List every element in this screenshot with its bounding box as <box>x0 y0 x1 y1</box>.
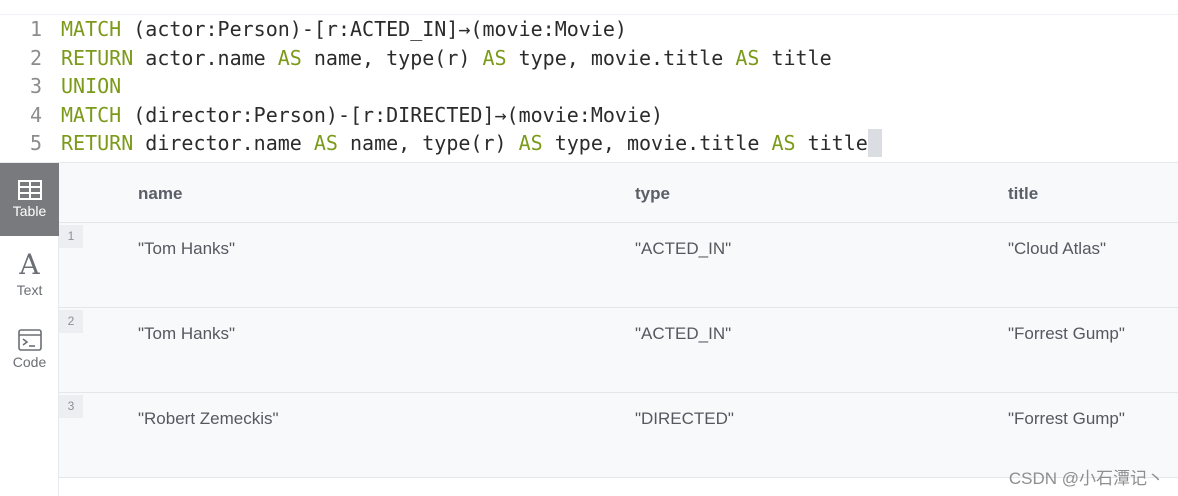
cell-title: "Cloud Atlas" <box>1008 239 1107 258</box>
code-line[interactable]: 1 MATCH (actor:Person)-[r:ACTED_IN]→(movi… <box>0 15 1178 44</box>
cell-name: "Robert Zemeckis" <box>138 409 279 428</box>
code-line[interactable]: 5 RETURN director.name AS name, type(r) A… <box>0 129 1178 158</box>
row-number: 3 <box>59 395 83 418</box>
code-text: UNION <box>61 72 121 101</box>
cell-name: "Tom Hanks" <box>138 324 236 343</box>
code-token: title <box>759 45 832 70</box>
table-row: 2 "Tom Hanks" "ACTED_IN" "Forrest Gump" <box>59 308 1178 393</box>
table-header: name type title <box>59 163 1178 223</box>
code-token: (director:Person)-[r:DIRECTED]→(movie:Mo… <box>121 102 664 127</box>
column-header-name[interactable]: name <box>138 184 182 204</box>
query-editor[interactable]: 1 MATCH (actor:Person)-[r:ACTED_IN]→(movi… <box>0 0 1178 162</box>
keyword-token: UNION <box>61 74 122 99</box>
code-token: (actor:Person)-[r:ACTED_IN]→(movie:Movie… <box>121 17 627 41</box>
line-number: 5 <box>29 131 42 156</box>
code-token: type, movie.title <box>542 131 772 156</box>
result-frame: Table A Text Code name type title 1 "Tom… <box>0 162 1178 496</box>
view-switcher: Table A Text Code <box>0 163 59 496</box>
table-view-label: Table <box>12 203 47 219</box>
line-number: 3 <box>29 74 42 99</box>
code-text: MATCH (director:Person)-[r:DIRECTED]→(mo… <box>61 101 663 130</box>
code-line[interactable]: 3 UNION <box>0 72 1178 101</box>
text-view-label: Text <box>16 282 43 298</box>
keyword-token: MATCH <box>61 17 122 41</box>
watermark: CSDN @小石潭记丶 <box>1008 469 1164 488</box>
code-line[interactable]: 2 RETURN actor.name AS name, type(r) AS t… <box>0 44 1178 73</box>
table-row: 1 "Tom Hanks" "ACTED_IN" "Cloud Atlas" <box>59 223 1178 308</box>
row-number: 2 <box>59 310 83 333</box>
cell-type: "ACTED_IN" <box>635 324 732 343</box>
row-number: 1 <box>59 225 83 248</box>
line-number: 4 <box>29 102 42 127</box>
text-cursor <box>867 129 882 158</box>
cell-title: "Forrest Gump" <box>1008 324 1125 343</box>
text-icon: A <box>19 248 40 281</box>
code-line[interactable]: 4 MATCH (director:Person)-[r:DIRECTED]→(m… <box>0 101 1178 130</box>
keyword-token: AS <box>518 131 543 156</box>
table-icon <box>17 180 42 200</box>
column-header-type[interactable]: type <box>635 184 670 204</box>
code-token: type, movie.title <box>506 45 736 70</box>
code-text: RETURN director.name AS name, type(r) AS… <box>61 129 882 158</box>
keyword-token: RETURN <box>61 45 134 70</box>
cell-title: "Forrest Gump" <box>1008 409 1125 428</box>
text-view-button[interactable]: A Text <box>0 238 59 311</box>
line-number: 1 <box>29 17 42 41</box>
keyword-token: AS <box>482 45 507 70</box>
cell-name: "Tom Hanks" <box>138 239 236 258</box>
code-token: name, type(r) <box>301 45 483 70</box>
code-token: actor.name <box>133 45 278 70</box>
keyword-token: AS <box>735 45 760 70</box>
table-view-button[interactable]: Table <box>0 163 59 236</box>
code-text: RETURN actor.name AS name, type(r) AS ty… <box>61 44 832 73</box>
code-token: name, type(r) <box>337 131 519 156</box>
line-number: 2 <box>29 45 42 70</box>
terminal-icon <box>17 329 42 351</box>
keyword-token: AS <box>277 45 302 70</box>
cell-type: "ACTED_IN" <box>635 239 732 258</box>
keyword-token: MATCH <box>61 102 122 127</box>
code-token: title <box>795 131 868 156</box>
cell-type: "DIRECTED" <box>635 409 734 428</box>
keyword-token: AS <box>771 131 796 156</box>
keyword-token: AS <box>313 131 338 156</box>
keyword-token: RETURN <box>61 131 134 156</box>
column-header-title[interactable]: title <box>1008 184 1038 204</box>
code-view-button[interactable]: Code <box>0 313 59 386</box>
results-table: name type title 1 "Tom Hanks" "ACTED_IN"… <box>59 163 1178 478</box>
code-text: MATCH (actor:Person)-[r:ACTED_IN]→(movie… <box>61 15 627 44</box>
code-token: director.name <box>133 131 314 156</box>
code-view-label: Code <box>12 354 47 370</box>
